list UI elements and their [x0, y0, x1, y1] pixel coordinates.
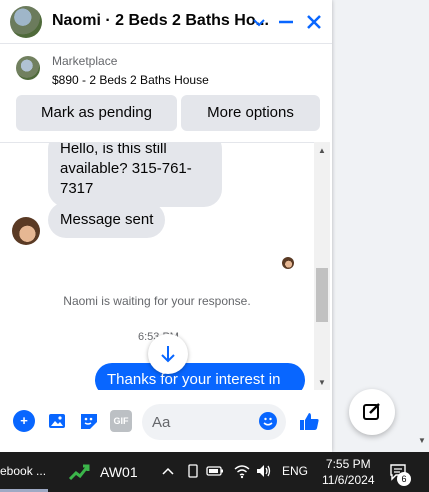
incoming-message: Message sent	[48, 202, 166, 238]
read-receipt-avatar	[282, 257, 294, 269]
incoming-message: Hello, is this still available? 315-761-…	[48, 143, 222, 207]
chevron-up-icon[interactable]	[161, 463, 175, 482]
taskbar-app-browser[interactable]: ebook ...	[0, 464, 46, 478]
chat-title[interactable]: Naomi · 2 Beds 2 Baths Ho...	[52, 12, 269, 30]
message-scrollbar[interactable]: ▲ ▼	[314, 142, 330, 390]
chat-header: Naomi · 2 Beds 2 Baths Ho...	[0, 0, 332, 44]
more-options-button[interactable]: More options	[181, 95, 320, 131]
scroll-down-arrow-icon[interactable]: ▼	[318, 378, 326, 387]
signal-icon[interactable]	[68, 462, 90, 482]
wifi-icon[interactable]	[233, 463, 251, 482]
outgoing-message: Thanks for your interest in	[95, 363, 305, 390]
scrollbar-thumb[interactable]	[316, 268, 328, 322]
scroll-down-icon[interactable]	[148, 334, 188, 374]
taskbar-app-aw01[interactable]: AW01	[100, 464, 138, 480]
clock-time: 7:55 PM	[325, 457, 371, 471]
clock-date: 11/6/2024	[322, 473, 375, 487]
listing-thumbnail	[16, 56, 40, 80]
chevron-down-icon[interactable]	[247, 10, 271, 34]
plus-icon[interactable]: +	[13, 410, 35, 432]
new-message-icon[interactable]	[349, 389, 395, 435]
waiting-status: Naomi is waiting for your response.	[63, 294, 251, 308]
emoji-icon[interactable]	[259, 412, 277, 430]
listing-category: Marketplace	[52, 54, 118, 68]
house-avatar[interactable]	[10, 6, 42, 38]
mark-pending-button[interactable]: Mark as pending	[16, 95, 177, 131]
gif-icon[interactable]: GIF	[110, 410, 132, 432]
image-icon[interactable]	[46, 410, 68, 432]
like-icon[interactable]	[298, 410, 320, 438]
sender-avatar[interactable]	[12, 217, 40, 245]
battery-icon[interactable]	[206, 463, 224, 482]
sticker-icon[interactable]	[78, 410, 100, 432]
notification-badge: 6	[397, 472, 411, 486]
listing-card[interactable]: Marketplace $890 - 2 Beds 2 Baths House	[0, 44, 332, 94]
scroll-up-arrow-icon[interactable]: ▲	[318, 146, 326, 155]
chat-window: Naomi · 2 Beds 2 Baths Ho... Marketplace…	[0, 0, 332, 452]
taskbar: ebook ... AW01 ENG 7:55 PM 11/6/2024 6	[0, 452, 429, 492]
clock[interactable]: 7:55 PM 11/6/2024	[322, 456, 375, 488]
message-list: Hello, is this still available? 315-761-…	[0, 142, 314, 390]
device-icon[interactable]	[186, 463, 200, 482]
listing-title: $890 - 2 Beds 2 Baths House	[52, 73, 209, 87]
page-scroll-down-icon[interactable]: ▼	[418, 436, 426, 445]
minimize-icon[interactable]	[274, 10, 298, 34]
close-icon[interactable]	[302, 10, 326, 34]
language-indicator[interactable]: ENG	[282, 464, 308, 478]
volume-icon[interactable]	[255, 463, 273, 482]
